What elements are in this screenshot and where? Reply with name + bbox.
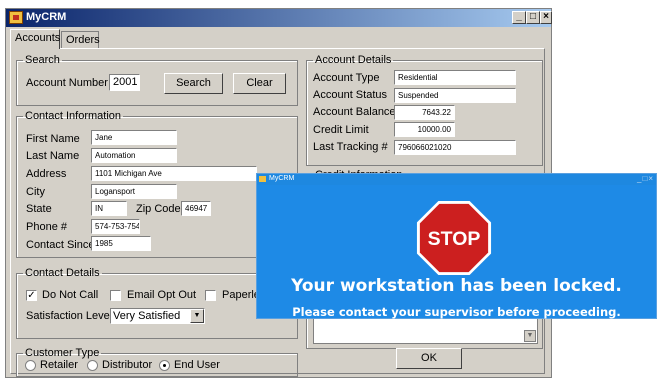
distributor-radio[interactable] bbox=[87, 360, 98, 371]
account-type-label: Account Type bbox=[313, 72, 380, 84]
city-label: City bbox=[26, 186, 45, 198]
account-number-input[interactable]: 2001 bbox=[109, 74, 140, 91]
retailer-radio[interactable] bbox=[25, 360, 36, 371]
credit-limit-input[interactable]: 10000.00 bbox=[394, 122, 455, 137]
last-name-input[interactable]: Automation bbox=[91, 148, 177, 163]
window-controls-icon[interactable]: _□× bbox=[637, 174, 654, 183]
notes-textarea[interactable]: ▼ bbox=[313, 318, 538, 344]
satisfaction-level-label: Satisfaction Level bbox=[26, 310, 113, 322]
distributor-label: Distributor bbox=[102, 359, 153, 371]
account-details-legend: Account Details bbox=[315, 54, 392, 66]
stop-sign-text: STOP bbox=[428, 228, 481, 250]
close-button[interactable]: × bbox=[540, 11, 552, 24]
email-opt-out-label: Email Opt Out bbox=[127, 289, 197, 301]
end-user-radio[interactable] bbox=[159, 360, 170, 371]
do-not-call-checkbox[interactable]: ✓ bbox=[26, 290, 37, 301]
app-icon bbox=[9, 11, 23, 24]
credit-limit-label: Credit Limit bbox=[313, 124, 369, 136]
clear-button[interactable]: Clear bbox=[233, 73, 286, 94]
chevron-down-icon[interactable]: ▼ bbox=[190, 309, 204, 323]
lock-dialog-body: STOP Your workstation has been locked. P… bbox=[257, 185, 656, 319]
lock-dialog-title-bar: MyCRM _□× bbox=[257, 174, 656, 185]
lock-dialog: MyCRM _□× STOP Your workstation has been… bbox=[256, 173, 657, 319]
account-type-input[interactable]: Residential bbox=[394, 70, 516, 85]
do-not-call-label: Do Not Call bbox=[42, 289, 99, 301]
window-title: MyCRM bbox=[26, 11, 67, 23]
contact-since-input[interactable]: 1985 bbox=[91, 236, 151, 251]
phone-input[interactable]: 574-753-7541 bbox=[91, 219, 140, 234]
scroll-down-icon[interactable]: ▼ bbox=[524, 330, 536, 342]
tab-accounts[interactable]: Accounts bbox=[10, 29, 60, 49]
customer-type-legend: Customer Type bbox=[25, 347, 100, 359]
zip-code-label: Zip Code bbox=[136, 203, 181, 215]
account-number-label: Account Number : bbox=[26, 77, 115, 89]
first-name-label: First Name bbox=[26, 133, 80, 145]
first-name-input[interactable]: Jane bbox=[91, 130, 177, 145]
contact-information-legend: Contact Information bbox=[25, 110, 121, 122]
city-input[interactable]: Logansport bbox=[91, 184, 177, 199]
search-button[interactable]: Search bbox=[164, 73, 223, 94]
end-user-label: End User bbox=[174, 359, 220, 371]
search-legend: Search bbox=[25, 54, 60, 66]
email-opt-out-checkbox[interactable] bbox=[110, 290, 121, 301]
address-label: Address bbox=[26, 168, 67, 180]
last-name-label: Last Name bbox=[26, 150, 80, 162]
maximize-button[interactable]: □ bbox=[526, 11, 540, 24]
minimize-button[interactable]: _ bbox=[512, 11, 526, 24]
last-tracking-input[interactable]: 796066021020 bbox=[394, 140, 516, 155]
contact-details-legend: Contact Details bbox=[25, 267, 100, 279]
satisfaction-level-select[interactable]: Very Satisfied ▼ bbox=[110, 308, 205, 324]
app-icon bbox=[259, 176, 266, 182]
paperless-checkbox[interactable] bbox=[205, 290, 216, 301]
address-input[interactable]: 1101 Michigan Ave bbox=[91, 166, 257, 181]
lock-message: Your workstation has been locked. bbox=[291, 276, 622, 296]
account-status-label: Account Status bbox=[313, 89, 387, 101]
account-balance-input[interactable]: 7643.22 bbox=[394, 105, 455, 120]
lock-dialog-title: MyCRM bbox=[269, 175, 295, 182]
title-bar: MyCRM _ □ × bbox=[6, 9, 552, 27]
stop-sign-icon: STOP bbox=[416, 200, 492, 276]
account-status-input[interactable]: Suspended bbox=[394, 88, 516, 103]
account-balance-label: Account Balance bbox=[313, 106, 396, 118]
tab-orders[interactable]: Orders bbox=[61, 31, 100, 48]
contact-since-label: Contact Since bbox=[26, 239, 95, 251]
retailer-label: Retailer bbox=[40, 359, 78, 371]
state-input[interactable]: IN bbox=[91, 201, 127, 216]
last-tracking-label: Last Tracking # bbox=[313, 141, 388, 153]
phone-label: Phone # bbox=[26, 221, 67, 233]
state-label: State bbox=[26, 203, 52, 215]
lock-sub-message: Please contact your supervisor before pr… bbox=[292, 305, 621, 319]
satisfaction-level-value: Very Satisfied bbox=[113, 310, 181, 322]
zip-code-input[interactable]: 46947 bbox=[181, 201, 211, 216]
ok-button[interactable]: OK bbox=[396, 348, 462, 369]
